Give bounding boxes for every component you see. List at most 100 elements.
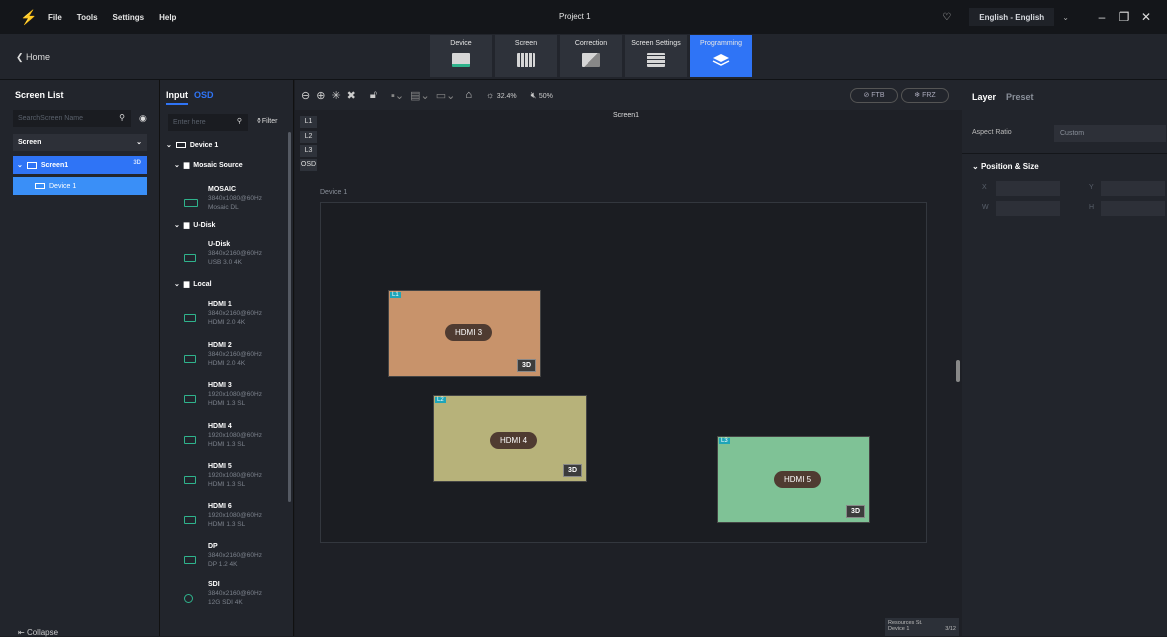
source-hdmi-1[interactable]: HDMI 1 3840x2160@60Hz HDMI 2.0 4K [184, 301, 284, 326]
mute-icon[interactable]: 🔇︎ 50% [531, 90, 553, 101]
minimize-icon[interactable]: – [1091, 10, 1113, 24]
tab-layer[interactable]: Layer [972, 92, 996, 102]
source-name: HDMI 2 [208, 342, 232, 349]
tab-screen-settings[interactable]: Screen Settings [625, 35, 687, 77]
arrange-icon[interactable]: ▭⌄ [436, 89, 456, 102]
chevron-left-icon: ❮ [16, 52, 27, 62]
zoom-out-icon[interactable]: ⊖ [301, 89, 310, 102]
layout-icon[interactable]: ⌂ [465, 89, 472, 101]
source-hdmi-3[interactable]: HDMI 3 1920x1080@60Hz HDMI 1.3 SL [184, 382, 284, 407]
zoom-in-icon[interactable]: ⊕ [316, 89, 325, 102]
position-size-section[interactable]: ⌄ Position & Size [972, 162, 1039, 171]
device-item[interactable]: Device 1 [13, 177, 147, 195]
y-field[interactable] [1101, 181, 1165, 196]
tab-device[interactable]: Device [430, 35, 492, 77]
source-hdmi-6[interactable]: HDMI 6 1920x1080@60Hz HDMI 1.3 SL [184, 503, 284, 528]
aspect-ratio-select[interactable]: Custom [1054, 125, 1166, 142]
folder-icon: ▆ [183, 222, 190, 229]
source-u-disk[interactable]: U-Disk 3840x2160@60Hz USB 3.0 4K [184, 241, 284, 266]
x-field[interactable] [996, 181, 1060, 196]
menu-settings[interactable]: Settings [113, 13, 145, 22]
source-type: HDMI 2.0 4K [208, 360, 246, 367]
language-select[interactable]: English - English [969, 8, 1055, 26]
h-label: H [1089, 204, 1095, 211]
screen-search-input[interactable]: SearchScreen Name ⚲ [13, 110, 131, 127]
source-type: Mosaic DL [208, 204, 239, 211]
source-hdmi-5[interactable]: HDMI 5 1920x1080@60Hz HDMI 1.3 SL [184, 463, 284, 488]
source-hdmi-2[interactable]: HDMI 2 3840x2160@60Hz HDMI 2.0 4K [184, 342, 284, 367]
source-mosaic[interactable]: MOSAIC 3840x1080@60Hz Mosaic DL [184, 186, 284, 211]
group-u-disk[interactable]: ⌄ ▆ U-Disk [174, 221, 215, 230]
tab-label: Screen [514, 40, 538, 47]
chevron-down-icon[interactable]: ⌄ [1062, 13, 1069, 22]
source-resolution: 1920x1080@60Hz [208, 472, 262, 479]
source-resolution: 3840x2160@60Hz [208, 590, 262, 597]
layer-button-osd[interactable]: OSD [300, 159, 317, 171]
source-type: DP 1.2 4K [208, 561, 238, 568]
theme-icon[interactable]: ♡ [942, 12, 951, 23]
w-field[interactable] [996, 201, 1060, 216]
screen-filter-select[interactable]: Screen ⌄ [13, 134, 147, 151]
source-sdi[interactable]: SDI 3840x2160@60Hz 12G SDI 4K [184, 581, 284, 606]
menu-help[interactable]: Help [159, 13, 176, 22]
layer-l3[interactable]: L3 HDMI 5 3D [717, 436, 870, 523]
collapse-button[interactable]: ⇤ Collapse [18, 628, 58, 637]
search-icon[interactable]: ⚲ [237, 117, 242, 125]
source-resolution: 3840x2160@60Hz [208, 310, 262, 317]
tab-osd[interactable]: OSD [194, 90, 214, 100]
3d-badge: 3D [517, 359, 536, 372]
device-node[interactable]: ⌄ Device 1 [166, 141, 218, 150]
align-icon[interactable]: ▪⌄ [391, 89, 404, 102]
ftb-button[interactable]: ⊘ FTB [850, 88, 898, 103]
layer-source-label: HDMI 5 [774, 471, 822, 488]
layer-l1[interactable]: L1 HDMI 3 3D [388, 290, 541, 377]
layer-button-l1[interactable]: L1 [300, 116, 317, 128]
aspect-ratio-label: Aspect Ratio [972, 129, 1012, 136]
layer-button-l3[interactable]: L3 [300, 145, 317, 157]
home-button[interactable]: ❮ Home [16, 52, 50, 63]
scrollbar[interactable] [288, 132, 291, 502]
screen-settings-icon [647, 53, 665, 67]
restore-icon[interactable]: ❐ [1113, 10, 1135, 24]
filter-button[interactable]: ⚱Filter [256, 117, 277, 125]
correction-icon [582, 53, 600, 67]
tab-screen[interactable]: Screen [495, 35, 557, 77]
mosaic-icon [184, 199, 198, 207]
brightness-icon[interactable]: ☼ 32.4% [486, 90, 517, 100]
distribute-icon[interactable]: ▤⌄ [410, 89, 430, 102]
tab-preset[interactable]: Preset [1006, 92, 1034, 102]
sdi-icon [184, 594, 193, 603]
layer-button-l2[interactable]: L2 [300, 131, 317, 143]
expand-icon[interactable]: ⌄ [17, 161, 23, 169]
device-icon [175, 142, 186, 148]
h-field[interactable] [1101, 201, 1165, 216]
fit-icon[interactable]: ✳ [331, 89, 340, 102]
resources-status: Resources St. Device 1 3/12 [885, 618, 959, 636]
screen-item-screen1[interactable]: ⌄ Screen1 3D [13, 156, 147, 174]
source-type: 12G SDI 4K [208, 599, 243, 606]
menu-tools[interactable]: Tools [77, 13, 98, 22]
frz-button[interactable]: ❄ FRZ [901, 88, 949, 103]
group-mosaic-source[interactable]: ⌄ ▆ Mosaic Source [174, 161, 243, 170]
input-search-input[interactable]: Enter here ⚲ [168, 114, 248, 131]
hdmi-icon [184, 314, 196, 322]
tab-correction[interactable]: Correction [560, 35, 622, 77]
source-dp[interactable]: DP 3840x2160@60Hz DP 1.2 4K [184, 543, 284, 568]
close-icon[interactable]: ✕ [1135, 10, 1157, 24]
menu-file[interactable]: File [48, 13, 62, 22]
layer-l2[interactable]: L2 HDMI 4 3D [433, 395, 587, 482]
tab-programming[interactable]: Programming [690, 35, 752, 77]
tab-input[interactable]: Input [166, 90, 188, 105]
fullscreen-icon[interactable]: ✖ [347, 89, 356, 102]
source-hdmi-4[interactable]: HDMI 4 1920x1080@60Hz HDMI 1.3 SL [184, 423, 284, 448]
device-name: Device 1 [49, 182, 77, 190]
group-local[interactable]: ⌄ ▆ Local [174, 280, 212, 289]
source-type: HDMI 2.0 4K [208, 319, 246, 326]
canvas-scrollbar[interactable] [956, 360, 960, 382]
resources-device: Device 1 [888, 626, 910, 632]
source-resolution: 3840x2160@60Hz [208, 351, 262, 358]
lock-icon[interactable]: 🔓︎ [370, 89, 377, 102]
search-icon[interactable]: ⚲ [119, 113, 125, 122]
tab-label: Programming [699, 40, 742, 47]
eye-icon[interactable]: ◉ [139, 113, 147, 124]
